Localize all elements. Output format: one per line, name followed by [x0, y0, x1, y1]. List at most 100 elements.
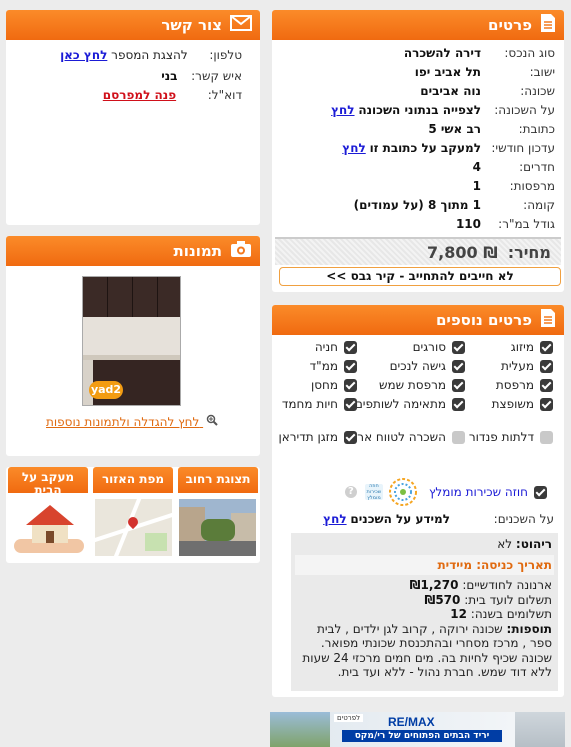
contract-link[interactable]: חוזה שכירות מומלץ — [429, 485, 528, 500]
detail-value: נוה אביבים — [420, 84, 481, 98]
detail-value: דירה להשכרה — [403, 46, 481, 60]
house-roof-icon — [26, 505, 74, 525]
furniture-value: לא — [497, 537, 513, 551]
contract-row[interactable]: חוזה שכירות מומלץ חוזה שכירות מומלץ ? — [344, 476, 547, 508]
price-bar: מחיר: ₪ 7,800 — [275, 237, 561, 265]
banner-photo-right — [515, 712, 565, 747]
person-label: איש קשר: — [191, 69, 242, 83]
area-map-thumb[interactable] — [95, 499, 172, 556]
tab-house-tracking[interactable]: מעקב על הבית — [8, 467, 88, 493]
price-value: ₪ 7,800 — [427, 242, 498, 262]
feature-checkbox[interactable] — [452, 431, 465, 444]
feature-item[interactable]: חיות מחמד — [278, 397, 357, 412]
street-view-thumb[interactable] — [179, 499, 256, 556]
enlarge-row[interactable]: לחץ להגדלה ולתמונות נוספות — [46, 414, 218, 429]
detail-value: 4 — [472, 160, 481, 174]
magnifier-icon — [206, 414, 218, 429]
feature-label: ממ"ד — [309, 359, 338, 373]
detail-label: מרפסות: — [509, 179, 555, 193]
feature-checkbox[interactable] — [452, 379, 465, 392]
payments-label: תשלומים בשנה: — [470, 607, 552, 621]
contact-title: צור קשר — [161, 16, 222, 34]
detail-label: על השכונה: — [494, 103, 555, 117]
feature-checkbox[interactable] — [344, 360, 357, 373]
banner-tagline: יריד הבתים הפתוחים של רי/מקס — [342, 730, 502, 742]
feature-item[interactable]: ממ"ד — [278, 359, 357, 374]
feature-checkbox[interactable] — [540, 341, 553, 354]
contact-advertiser-link[interactable]: פנה למפרסם — [103, 88, 176, 102]
detail-row: על השכונה: לצפייה בנתוני השכונה לחץ — [285, 103, 555, 117]
feature-item[interactable]: משופצת — [454, 397, 553, 412]
feature-checkbox[interactable] — [344, 341, 357, 354]
contract-checkbox[interactable] — [534, 485, 547, 499]
cabinet-upper-lines-2 — [132, 277, 133, 317]
feature-label: השכרה לטווח ארוך — [347, 430, 446, 444]
feature-checkbox[interactable] — [540, 379, 553, 392]
contract-logo-icon: חוזה שכירות מומלץ — [363, 476, 423, 508]
additions-row: תוספות: שכונה ירוקה , קרוב לגן ילדים , ל… — [297, 622, 552, 680]
detail-value: למעקב על כתובת זו — [369, 141, 481, 155]
detail-row: חדרים: 4 — [285, 160, 555, 174]
feature-item[interactable]: מתאימה לשותפים — [346, 397, 465, 412]
feature-checkbox[interactable] — [452, 341, 465, 354]
phone-text: להצגת המספר — [111, 48, 188, 62]
show-phone-link[interactable]: לחץ כאן — [60, 48, 107, 62]
detail-label: שכונה: — [520, 84, 555, 98]
cabinet-upper-lines — [107, 277, 108, 317]
detail-row: עדכון חודשי: למעקב על כתובת זו לחץ — [285, 141, 555, 155]
remax-logo: RE/MAX — [388, 715, 435, 729]
detail-label: סוג הנכס: — [504, 46, 555, 60]
feature-item[interactable]: מרפסת — [454, 378, 553, 393]
detail-value: 1 — [472, 179, 481, 193]
feature-item[interactable]: חניה — [278, 340, 357, 355]
enlarge-link[interactable]: לחץ להגדלה ולתמונות נוספות — [46, 415, 199, 429]
neighbors-link[interactable]: לחץ — [323, 512, 346, 526]
main-photo[interactable]: yad2 — [82, 276, 181, 406]
gypsum-notice-button[interactable]: לא חייבים להתחייב - קיר גבס >> — [279, 267, 561, 286]
feature-item[interactable]: דלתות פנדור — [454, 430, 553, 445]
extras-title: פרטים נוספים — [435, 311, 532, 329]
feature-checkbox[interactable] — [344, 379, 357, 392]
help-icon[interactable]: ? — [344, 486, 357, 498]
detail-value: רב אשי 5 — [428, 122, 481, 136]
feature-item[interactable]: גישה לנכים — [346, 359, 465, 374]
detail-link[interactable]: לחץ — [331, 103, 354, 117]
banner-photo — [270, 712, 330, 747]
tab-area-map[interactable]: מפת האזור — [93, 467, 173, 493]
feature-item[interactable]: סורגים — [346, 340, 465, 355]
feature-item[interactable]: השכרה לטווח ארוך — [346, 430, 465, 445]
remax-banner[interactable]: לפרטים RE/MAX יריד הבתים הפתוחים של רי/מ… — [270, 712, 565, 747]
feature-checkbox[interactable] — [344, 398, 357, 411]
map-park — [145, 533, 167, 551]
email-row: דוא"ל: פנה למפרסם — [103, 88, 242, 102]
payments-row: תשלומים בשנה: 12 — [297, 607, 552, 622]
feature-item[interactable]: מחסן — [278, 378, 357, 393]
detail-row: מרפסות: 1 — [285, 179, 555, 193]
price-label: מחיר: — [507, 242, 551, 262]
vaad-row: תשלום לועד בית: ₪570 — [297, 593, 552, 608]
tab-street-view[interactable]: תצוגת רחוב — [178, 467, 258, 493]
photos-panel: תמונות yad2 לחץ להגדלה ולתמונות נוספות — [6, 236, 260, 456]
detail-label: חדרים: — [519, 160, 555, 174]
house-tracking-thumb[interactable] — [10, 499, 87, 556]
feature-label: דלתות פנדור — [468, 430, 534, 444]
feature-item[interactable]: מרפסת שמש — [346, 378, 465, 393]
detail-row: סוג הנכס: דירה להשכרה — [285, 46, 555, 60]
feature-checkbox[interactable] — [452, 360, 465, 373]
detail-link[interactable]: לחץ — [342, 141, 365, 155]
feature-label: מתאימה לשותפים — [354, 397, 446, 411]
feature-item[interactable]: מזגן תדיראן — [278, 430, 357, 445]
feature-item[interactable]: מיזוג — [454, 340, 553, 355]
feature-checkbox[interactable] — [540, 398, 553, 411]
feature-checkbox[interactable] — [452, 398, 465, 411]
payments-value: 12 — [450, 607, 467, 621]
feature-checkbox[interactable] — [540, 360, 553, 373]
feature-label: מרפסת — [495, 378, 534, 392]
detail-label: כתובת: — [518, 122, 555, 136]
feature-label: גישה לנכים — [389, 359, 446, 373]
feature-checkbox[interactable] — [540, 431, 553, 444]
arnona-label: ארנונה לחודשיים: — [462, 578, 552, 592]
feature-checkbox[interactable] — [344, 431, 357, 444]
banner-tag: לפרטים — [334, 714, 364, 722]
feature-item[interactable]: מעלית — [454, 359, 553, 374]
